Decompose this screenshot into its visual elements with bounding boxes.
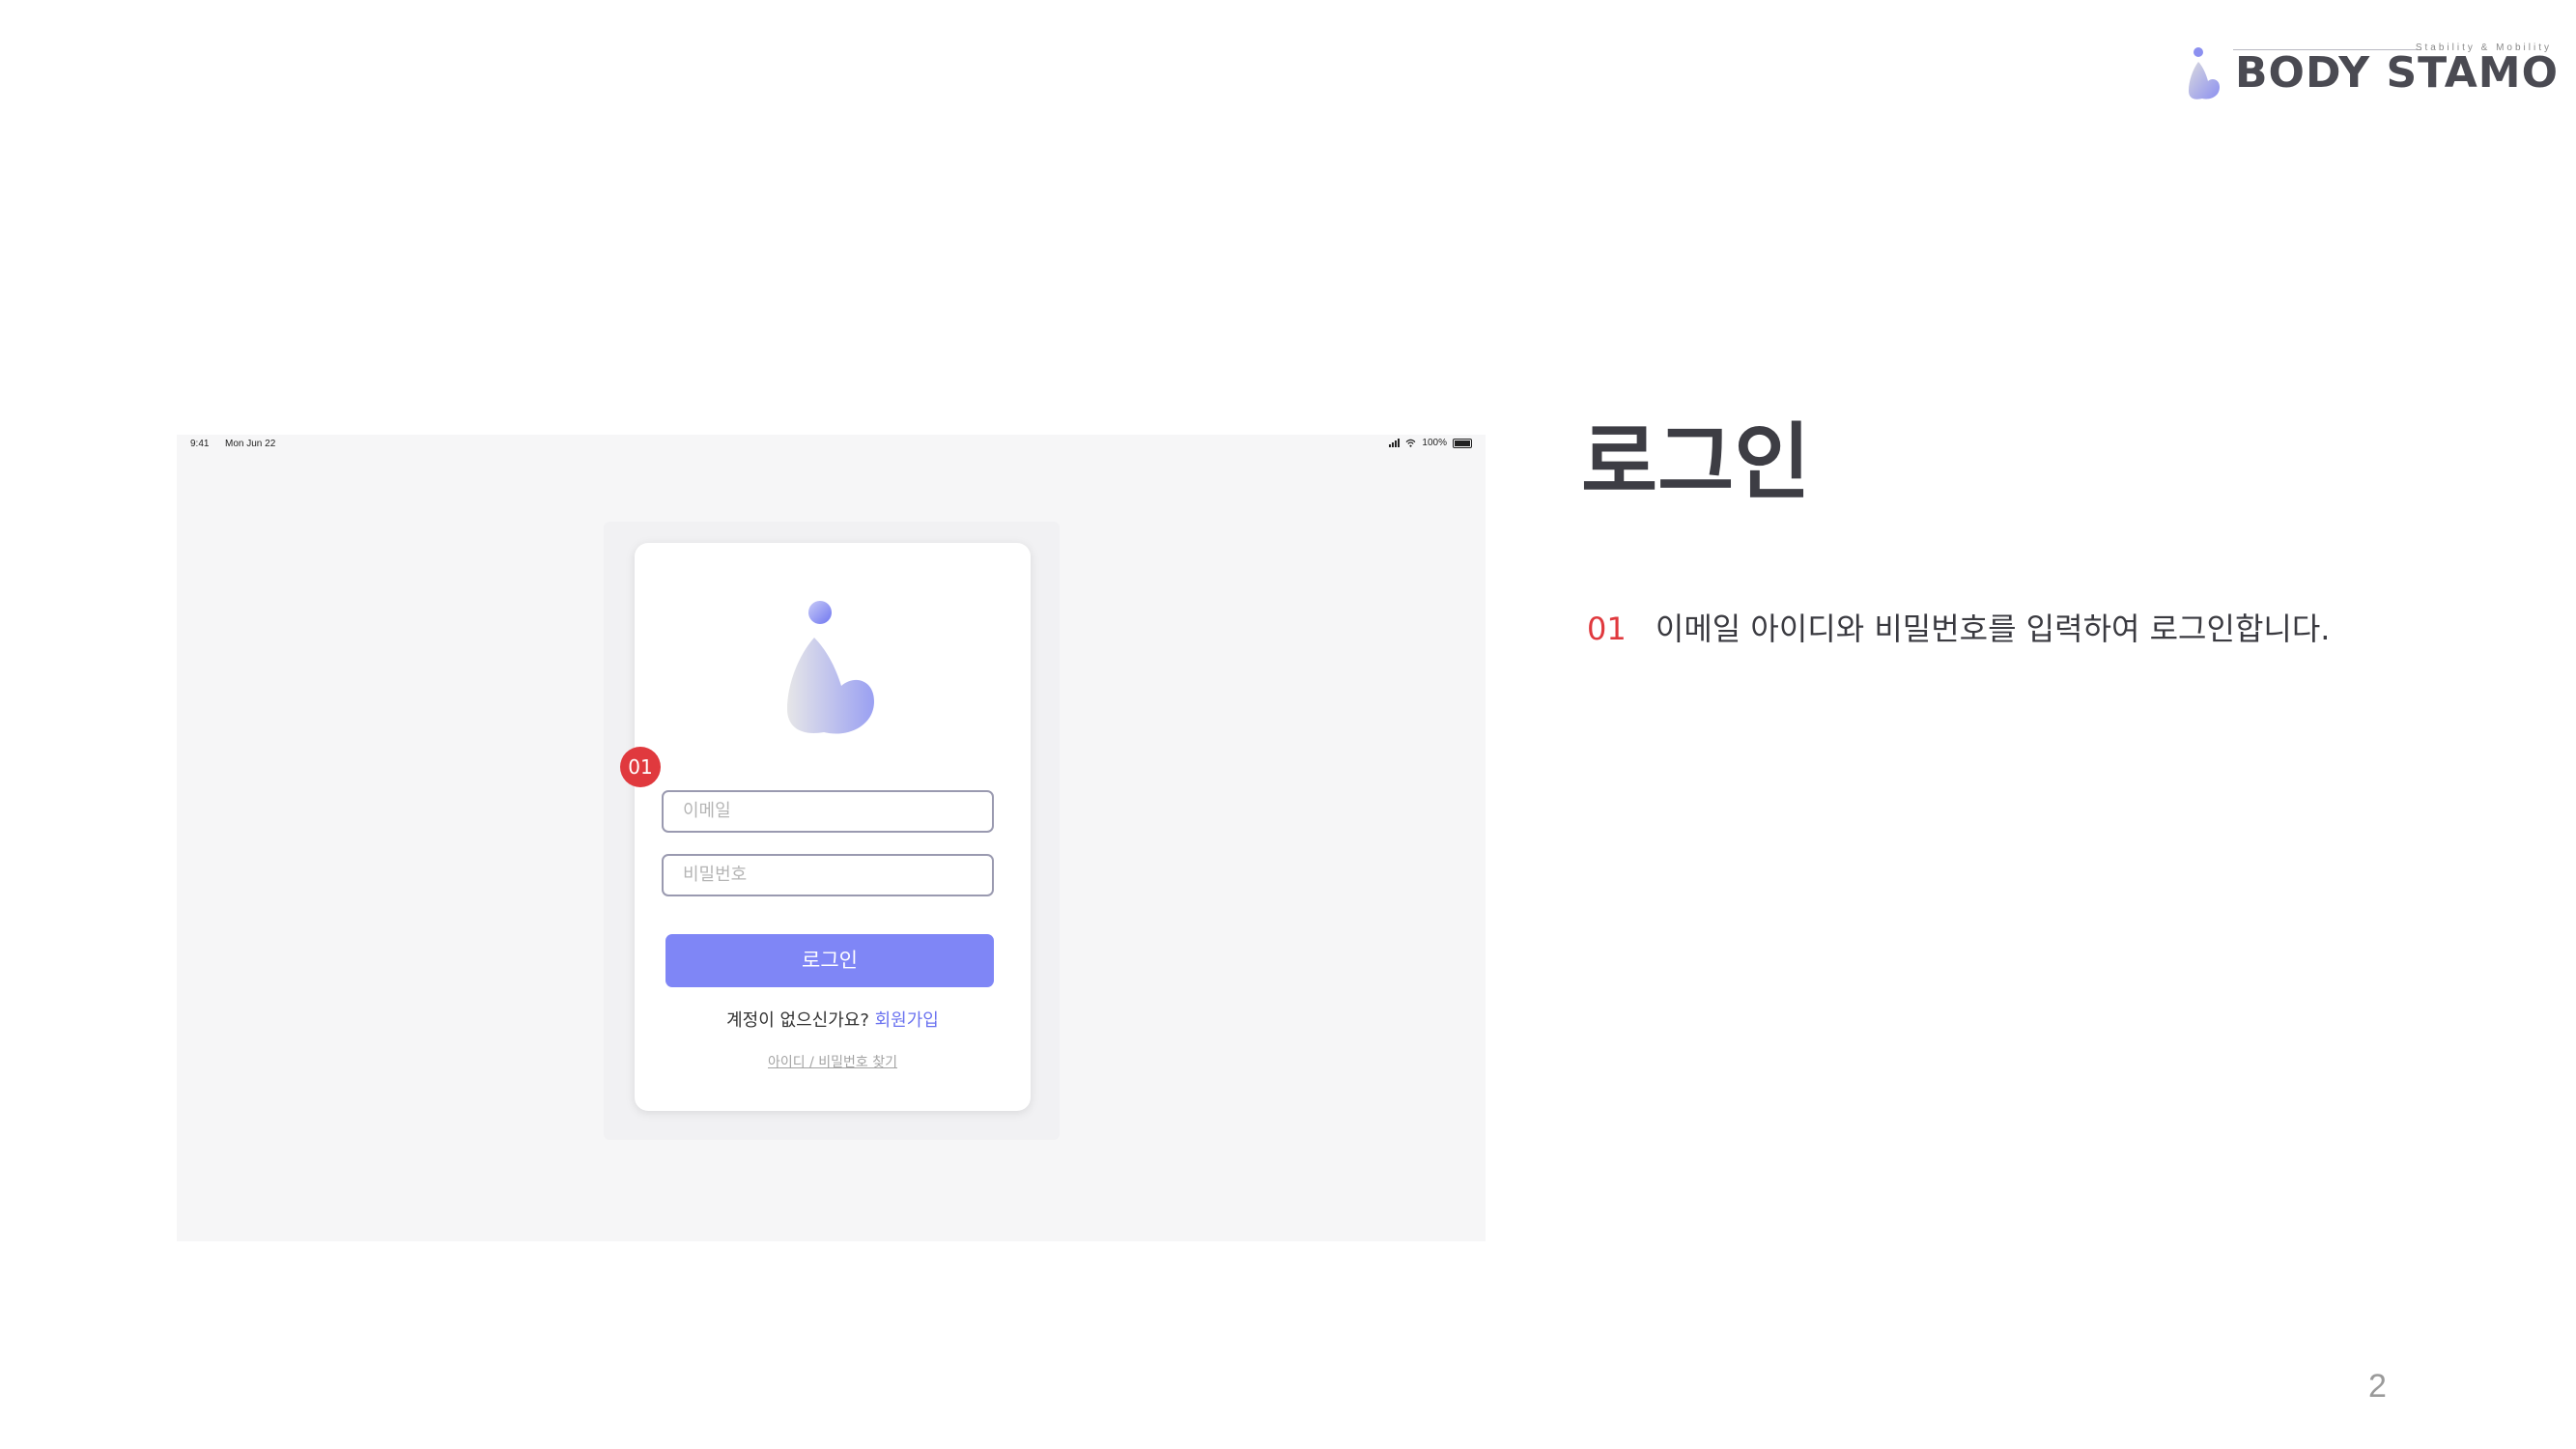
app-logo-icon: [787, 601, 874, 734]
step-description: 01 이메일 아이디와 비밀번호를 입력하여 로그인합니다.: [1587, 605, 2330, 649]
signup-row: 계정이 없으신가요? 회원가입: [635, 1007, 1031, 1032]
status-indicators: 100%: [1389, 438, 1472, 448]
step-text: 이메일 아이디와 비밀번호를 입력하여 로그인합니다.: [1655, 611, 2331, 647]
signup-prompt: 계정이 없으신가요?: [726, 1010, 869, 1031]
battery-icon: [1453, 438, 1472, 448]
step-number: 01: [1587, 611, 1627, 647]
brand-mark-icon: [2189, 47, 2220, 99]
status-bar: 9:41 Mon Jun 22 100%: [177, 435, 1486, 456]
wifi-icon: [1405, 439, 1416, 447]
find-account-link[interactable]: 아이디 / 비밀번호 찾기: [635, 1052, 1031, 1071]
login-button[interactable]: 로그인: [665, 934, 994, 987]
status-date: Mon Jun 22: [225, 439, 276, 449]
step-marker: 01: [620, 747, 661, 787]
battery-percent: 100%: [1422, 438, 1447, 448]
app-screenshot: 9:41 Mon Jun 22 100% 이메일 비밀번호 로그인 계정이 없으…: [177, 435, 1486, 1241]
signup-link[interactable]: 회원가입: [875, 1010, 939, 1031]
login-card: 이메일 비밀번호 로그인 계정이 없으신가요? 회원가입 아이디 / 비밀번호 …: [635, 543, 1031, 1111]
status-time: 9:41: [190, 439, 210, 449]
email-input[interactable]: 이메일: [662, 790, 994, 833]
page-number: 2: [2368, 1368, 2387, 1405]
brand-logo: Stability & Mobility BODY STAMO: [2185, 43, 2558, 100]
password-input[interactable]: 비밀번호: [662, 854, 994, 896]
page-title: 로그인: [1581, 414, 1811, 511]
brand-name: BODY STAMO: [2235, 48, 2559, 98]
signal-icon: [1389, 439, 1401, 447]
